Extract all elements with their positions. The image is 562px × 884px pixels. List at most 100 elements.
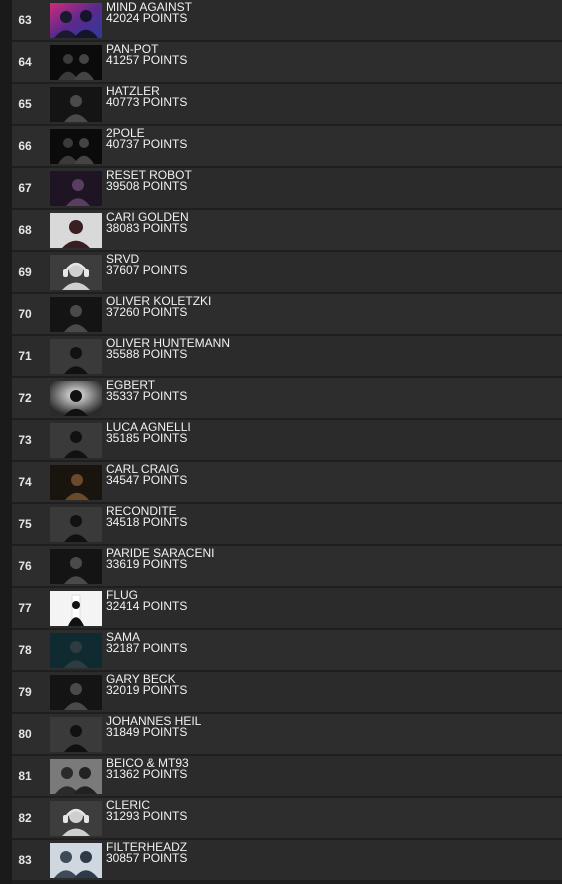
ranking-row[interactable]: 78 SAMA 32187 POINTS [12, 630, 562, 672]
ranking-row[interactable]: 75 RECONDITE 34518 POINTS [12, 504, 562, 546]
ranking-row[interactable]: 79 GARY BECK 32019 POINTS [12, 672, 562, 714]
ranking-row[interactable]: 63 MIND AGAINST 42024 POINTS [12, 0, 562, 42]
avatar-placeholder-icon[interactable] [50, 801, 102, 836]
artist-info: EGBERT 35337 POINTS [106, 378, 187, 402]
rank-number: 75 [18, 517, 32, 531]
artist-photo[interactable] [50, 87, 102, 122]
artist-points: 38083 POINTS [106, 221, 188, 235]
ranking-row[interactable]: 80 JOHANNES HEIL 31849 POINTS [12, 714, 562, 756]
rank-number: 73 [18, 433, 32, 447]
ranking-row[interactable]: 82 CLERIC 31293 POINTS [12, 798, 562, 840]
artist-points: 30857 POINTS [106, 851, 188, 865]
artist-points: 35337 POINTS [106, 389, 188, 403]
artist-info: RESET ROBOT 39508 POINTS [106, 168, 192, 192]
artist-photo[interactable] [50, 717, 102, 752]
artist-photo[interactable] [50, 675, 102, 710]
ranking-row[interactable]: 71 OLIVER HUNTEMANN 35588 POINTS [12, 336, 562, 378]
rank-number: 63 [18, 13, 32, 27]
artist-points: 31293 POINTS [106, 809, 188, 823]
rank-number: 65 [18, 97, 32, 111]
artist-info: BEICO & MT93 31362 POINTS [106, 756, 189, 780]
ranking-list: 63 MIND AGAINST 42024 POINTS 64 PAN-POT 41257… [12, 0, 562, 882]
left-gutter [0, 0, 12, 884]
artist-info: SRVD 37607 POINTS [106, 252, 187, 276]
rank-number: 69 [18, 265, 32, 279]
ranking-row[interactable]: 81 BEICO & MT93 31362 POINTS [12, 756, 562, 798]
artist-points: 40737 POINTS [106, 137, 188, 151]
ranking-row[interactable]: 70 OLIVER KOLETZKI 37260 POINTS [12, 294, 562, 336]
artist-photo[interactable] [50, 507, 102, 542]
artist-points: 35588 POINTS [106, 347, 188, 361]
artist-photo[interactable] [50, 129, 102, 164]
ranking-row[interactable]: 64 PAN-POT 41257 POINTS [12, 42, 562, 84]
artist-photo[interactable] [50, 843, 102, 878]
artist-points: 34518 POINTS [106, 515, 188, 529]
artist-photo[interactable] [50, 171, 102, 206]
artist-points: 34547 POINTS [106, 473, 188, 487]
artist-info: FILTERHEADZ 30857 POINTS [106, 840, 187, 864]
artist-photo[interactable] [50, 423, 102, 458]
artist-info: CARI GOLDEN 38083 POINTS [106, 210, 189, 234]
artist-photo[interactable] [50, 213, 102, 248]
rank-number: 71 [18, 349, 32, 363]
artist-points: 32187 POINTS [106, 641, 188, 655]
artist-points: 33619 POINTS [106, 557, 188, 571]
rank-number: 81 [18, 769, 32, 783]
artist-points: 32414 POINTS [106, 599, 188, 613]
ranking-row[interactable]: 69 SRVD 37607 POINTS [12, 252, 562, 294]
artist-points: 40773 POINTS [106, 95, 188, 109]
artist-info: OLIVER HUNTEMANN 35588 POINTS [106, 336, 230, 360]
artist-info: PAN-POT 41257 POINTS [106, 42, 187, 66]
artist-photo[interactable] [50, 45, 102, 80]
rank-number: 83 [18, 853, 32, 867]
artist-points: 37260 POINTS [106, 305, 188, 319]
rank-number: 70 [18, 307, 32, 321]
ranking-row[interactable]: 73 LUCA AGNELLI 35185 POINTS [12, 420, 562, 462]
artist-info: FLUG 32414 POINTS [106, 588, 187, 612]
rank-number: 79 [18, 685, 32, 699]
artist-info: 2POLE 40737 POINTS [106, 126, 187, 150]
ranking-row[interactable]: 83 FILTERHEADZ 30857 POINTS [12, 840, 562, 882]
artist-photo[interactable] [50, 549, 102, 584]
rank-number: 74 [18, 475, 32, 489]
artist-info: GARY BECK 32019 POINTS [106, 672, 187, 696]
artist-points: 31362 POINTS [106, 767, 188, 781]
avatar-placeholder-icon[interactable] [50, 255, 102, 290]
ranking-row[interactable]: 66 2POLE 40737 POINTS [12, 126, 562, 168]
artist-photo[interactable] [50, 633, 102, 668]
artist-info: SAMA 32187 POINTS [106, 630, 187, 654]
artist-info: CARL CRAIG 34547 POINTS [106, 462, 187, 486]
artist-photo[interactable] [50, 591, 102, 626]
artist-photo[interactable] [50, 381, 102, 416]
artist-points: 31849 POINTS [106, 725, 188, 739]
ranking-row[interactable]: 76 PARIDE SARACENI 33619 POINTS [12, 546, 562, 588]
artist-info: PARIDE SARACENI 33619 POINTS [106, 546, 214, 570]
rank-number: 82 [18, 811, 32, 825]
ranking-row[interactable]: 65 HATZLER 40773 POINTS [12, 84, 562, 126]
artist-info: LUCA AGNELLI 35185 POINTS [106, 420, 191, 444]
ranking-row[interactable]: 74 CARL CRAIG 34547 POINTS [12, 462, 562, 504]
ranking-row[interactable]: 67 RESET ROBOT 39508 POINTS [12, 168, 562, 210]
artist-info: JOHANNES HEIL 31849 POINTS [106, 714, 201, 738]
artist-points: 39508 POINTS [106, 179, 188, 193]
ranking-row[interactable]: 72 EGBERT 35337 POINTS [12, 378, 562, 420]
artist-points: 42024 POINTS [106, 11, 188, 25]
artist-info: CLERIC 31293 POINTS [106, 798, 187, 822]
artist-info: HATZLER 40773 POINTS [106, 84, 187, 108]
artist-photo[interactable] [50, 339, 102, 374]
rank-number: 80 [18, 727, 32, 741]
artist-photo[interactable] [50, 759, 102, 794]
rank-number: 67 [18, 181, 32, 195]
artist-points: 32019 POINTS [106, 683, 188, 697]
rank-number: 64 [18, 55, 32, 69]
artist-photo[interactable] [50, 3, 102, 38]
ranking-row[interactable]: 68 CARI GOLDEN 38083 POINTS [12, 210, 562, 252]
artist-points: 35185 POINTS [106, 431, 188, 445]
artist-info: RECONDITE 34518 POINTS [106, 504, 187, 528]
ranking-row[interactable]: 77 FLUG 32414 POINTS [12, 588, 562, 630]
artist-photo[interactable] [50, 465, 102, 500]
artist-info: OLIVER KOLETZKI 37260 POINTS [106, 294, 211, 318]
rank-number: 68 [18, 223, 32, 237]
rank-number: 72 [18, 391, 32, 405]
artist-photo[interactable] [50, 297, 102, 332]
